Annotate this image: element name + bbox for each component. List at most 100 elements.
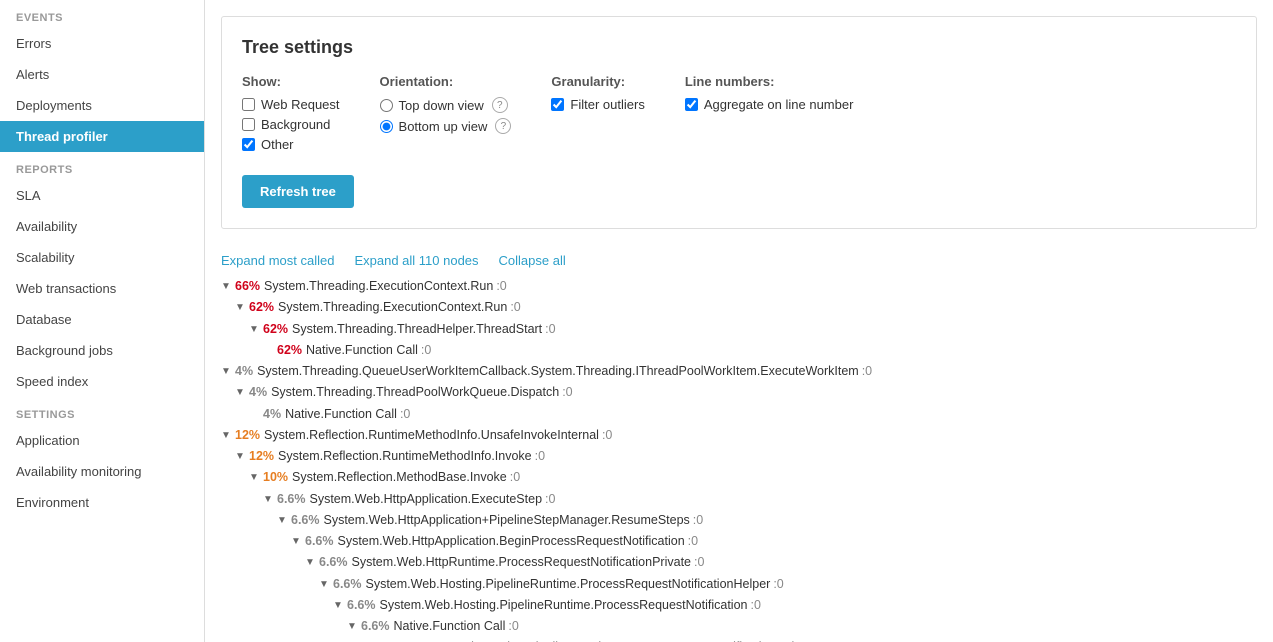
show-background-label: Background [261, 117, 330, 132]
collapse-all-link[interactable]: Collapse all [499, 253, 566, 268]
sidebar-item-alerts[interactable]: Alerts [0, 59, 204, 90]
node-count: :0 [508, 616, 518, 637]
tree-actions: Expand most called Expand all 110 nodes … [205, 245, 1273, 272]
orientation-group: Orientation: Top down view ? Bottom up v… [380, 74, 512, 139]
node-count: :0 [688, 531, 698, 552]
sidebar-item-application[interactable]: Application [0, 425, 204, 456]
sidebar: EVENTS Errors Alerts Deployments Thread … [0, 0, 205, 642]
node-percent: 6.6% [305, 531, 334, 552]
top-down-label: Top down view [399, 98, 484, 113]
bottom-up-help-icon[interactable]: ? [495, 118, 511, 134]
sidebar-item-deployments[interactable]: Deployments [0, 90, 204, 121]
sidebar-item-background-jobs[interactable]: Background jobs [0, 335, 204, 366]
node-name: System.Web.Hosting.PipelineRuntime.Proce… [366, 574, 771, 595]
tree-node: ▼6.6% System.Web.Hosting.PipelineRuntime… [221, 595, 1273, 616]
tree-toggle-icon[interactable]: ▼ [333, 597, 347, 614]
tree-node: ▼4% System.Threading.ThreadPoolWorkQueue… [221, 382, 1273, 403]
node-percent: 6.6% [361, 616, 390, 637]
node-name: System.Threading.ThreadHelper.ThreadStar… [292, 319, 542, 340]
tree-toggle-icon[interactable]: ▼ [235, 448, 249, 465]
tree-toggle-icon[interactable]: ▼ [221, 427, 235, 444]
node-percent: 12% [235, 425, 260, 446]
node-percent: 4% [235, 361, 253, 382]
node-percent: 6.6% [333, 574, 362, 595]
sidebar-item-sla[interactable]: SLA [0, 180, 204, 211]
tree-toggle-icon[interactable]: ▼ [249, 321, 263, 338]
tree-node: 62% Native.Function Call:0 [221, 340, 1273, 361]
refresh-tree-button[interactable]: Refresh tree [242, 175, 354, 208]
node-name: System.Reflection.MethodBase.Invoke [292, 467, 507, 488]
sidebar-item-scalability[interactable]: Scalability [0, 242, 204, 273]
events-section-label: EVENTS [0, 0, 204, 28]
tree-settings-panel: Tree settings Show: Web Request Backgrou… [221, 16, 1257, 229]
granularity-group: Granularity: Filter outliers [551, 74, 644, 117]
tree-toggle-icon[interactable]: ▼ [347, 618, 361, 635]
sidebar-item-thread-profiler[interactable]: Thread profiler [0, 121, 204, 152]
node-count: :0 [545, 489, 555, 510]
aggregate-line-checkbox[interactable] [685, 98, 698, 111]
node-percent: 3.1% [375, 637, 404, 642]
sidebar-item-errors[interactable]: Errors [0, 28, 204, 59]
node-count: :0 [510, 467, 520, 488]
tree-toggle-icon[interactable]: ▼ [319, 576, 333, 593]
node-name: System.Reflection.RuntimeMethodInfo.Unsa… [264, 425, 599, 446]
filter-outliers-option: Filter outliers [551, 97, 644, 112]
node-count: :0 [602, 425, 612, 446]
node-percent: 62% [277, 340, 302, 361]
main-content: Tree settings Show: Web Request Backgrou… [205, 0, 1273, 642]
sidebar-item-database[interactable]: Database [0, 304, 204, 335]
tree-node: ▼12% System.Reflection.RuntimeMethodInfo… [221, 425, 1273, 446]
node-name: System.Threading.ThreadPoolWorkQueue.Dis… [271, 382, 559, 403]
tree-toggle-icon[interactable]: ▼ [221, 278, 235, 295]
top-down-help-icon[interactable]: ? [492, 97, 508, 113]
node-percent: 12% [249, 446, 274, 467]
top-down-option: Top down view ? [380, 97, 512, 113]
top-down-radio[interactable] [380, 99, 393, 112]
tree-toggle-icon[interactable]: ▼ [235, 384, 249, 401]
node-name: System.Web.Hosting.PipelineRuntime.Proce… [408, 637, 813, 642]
show-web-request-checkbox[interactable] [242, 98, 255, 111]
tree-toggle-icon[interactable]: ▼ [235, 299, 249, 316]
bottom-up-radio[interactable] [380, 120, 393, 133]
node-name: Native.Function Call [394, 616, 506, 637]
node-name: System.Threading.ExecutionContext.Run [264, 276, 493, 297]
show-other-label: Other [261, 137, 294, 152]
expand-most-called-link[interactable]: Expand most called [221, 253, 334, 268]
tree-toggle-icon[interactable]: ▼ [291, 533, 305, 550]
node-count: :0 [545, 319, 555, 340]
show-background-checkbox[interactable] [242, 118, 255, 131]
tree-node: ▼6.6% Native.Function Call:0 [221, 616, 1273, 637]
line-numbers-label: Line numbers: [685, 74, 854, 89]
node-count: :0 [496, 276, 506, 297]
filter-outliers-label: Filter outliers [570, 97, 644, 112]
tree-settings-title: Tree settings [242, 37, 1236, 58]
node-name: System.Web.HttpApplication+PipelineStepM… [324, 510, 690, 531]
tree-toggle-icon[interactable]: ▼ [305, 554, 319, 571]
tree-toggle-icon[interactable]: ▼ [263, 491, 277, 508]
settings-section-label: SETTINGS [0, 397, 204, 425]
tree-toggle-icon[interactable]: ▼ [249, 469, 263, 486]
expand-all-link[interactable]: Expand all 110 nodes [354, 253, 478, 268]
aggregate-line-label: Aggregate on line number [704, 97, 854, 112]
node-count: :0 [862, 361, 872, 382]
sidebar-item-web-transactions[interactable]: Web transactions [0, 273, 204, 304]
filter-outliers-checkbox[interactable] [551, 98, 564, 111]
show-other-checkbox[interactable] [242, 138, 255, 151]
node-percent: 4% [249, 382, 267, 403]
tree-node: ▼4% System.Threading.QueueUserWorkItemCa… [221, 361, 1273, 382]
granularity-label: Granularity: [551, 74, 644, 89]
tree-node: ▼6.6% System.Web.HttpApplication+Pipelin… [221, 510, 1273, 531]
tree-toggle-icon[interactable]: ▼ [221, 363, 235, 380]
sidebar-item-availability[interactable]: Availability [0, 211, 204, 242]
tree-toggle-icon[interactable]: ▼ [277, 512, 291, 529]
sidebar-item-speed-index[interactable]: Speed index [0, 366, 204, 397]
tree-node: ▼6.6% System.Web.HttpApplication.Execute… [221, 489, 1273, 510]
node-count: :0 [751, 595, 761, 616]
node-percent: 66% [235, 276, 260, 297]
sidebar-item-availability-monitoring[interactable]: Availability monitoring [0, 456, 204, 487]
node-count: :0 [815, 637, 825, 642]
node-name: System.Threading.ExecutionContext.Run [278, 297, 507, 318]
node-percent: 6.6% [347, 595, 376, 616]
sidebar-item-environment[interactable]: Environment [0, 487, 204, 518]
tree-node: ▼3.1% System.Web.Hosting.PipelineRuntime… [221, 637, 1273, 642]
